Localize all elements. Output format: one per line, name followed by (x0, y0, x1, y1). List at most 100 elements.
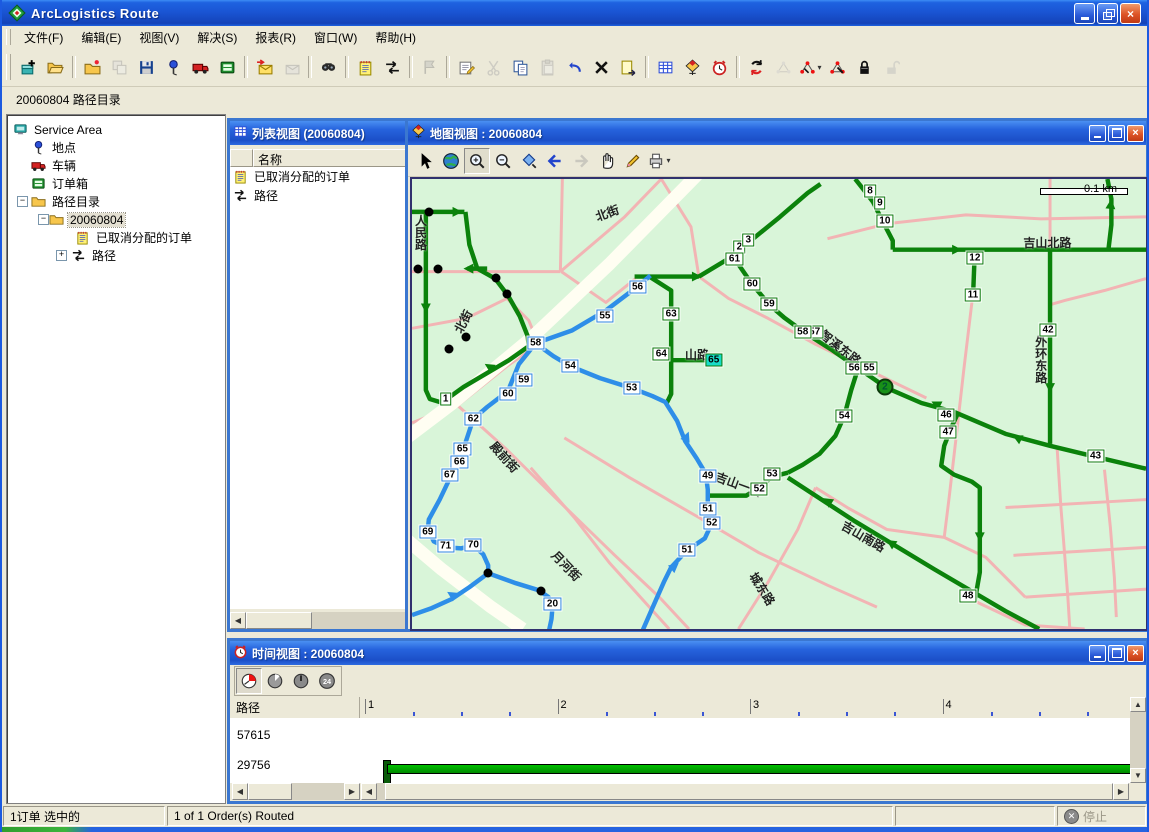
route-time-bar[interactable] (387, 764, 1130, 774)
locations-button[interactable] (160, 54, 187, 81)
depot-marker-2[interactable]: 2 (876, 379, 893, 396)
tree-expander-expand[interactable]: + (56, 250, 67, 261)
new-project-button[interactable] (15, 54, 42, 81)
scroll-up-icon[interactable]: ▲ (1130, 697, 1146, 712)
lock-button[interactable] (851, 54, 878, 81)
map-stop-marker-66[interactable]: 66 (451, 455, 468, 468)
scroll-right-icon[interactable]: ▶ (344, 783, 360, 800)
properties-button[interactable] (453, 54, 480, 81)
map-stop-marker-56[interactable]: 56 (629, 280, 646, 293)
find-button[interactable] (315, 54, 342, 81)
map-stop-marker-20[interactable]: 20 (544, 598, 561, 611)
tree-item-20060804[interactable]: 20060804 (49, 211, 125, 228)
map-stop-marker-47[interactable]: 47 (940, 425, 957, 438)
routes-button[interactable] (379, 54, 406, 81)
delete-button[interactable] (588, 54, 615, 81)
map-stop-marker-69[interactable]: 69 (419, 526, 436, 539)
menu-f[interactable]: 文件(F) (15, 27, 72, 48)
stop-dot[interactable] (484, 569, 493, 578)
map-stop-marker-11[interactable]: 11 (965, 289, 982, 302)
menu-v[interactable]: 视图(V) (130, 27, 188, 48)
map-stop-marker-63[interactable]: 63 (663, 308, 680, 321)
time-vscrollbar[interactable]: ▲ ▼ (1130, 697, 1146, 783)
back-extent-button[interactable] (542, 148, 568, 174)
scroll-thumb[interactable] (248, 783, 292, 800)
menu-e[interactable]: 编辑(E) (72, 27, 130, 48)
map-stop-marker-49[interactable]: 49 (699, 469, 716, 482)
map-stop-marker-12[interactable]: 12 (966, 251, 983, 264)
time-maximize-button[interactable] (1108, 645, 1125, 662)
map-stop-marker-48[interactable]: 48 (959, 590, 976, 603)
map-stop-marker-53[interactable]: 53 (623, 382, 640, 395)
route-row-label-57615[interactable]: 57615 (237, 728, 270, 742)
order-box-button[interactable] (214, 54, 241, 81)
stop-dot[interactable] (444, 345, 453, 354)
map-stop-marker-42[interactable]: 42 (1040, 324, 1057, 337)
full-extent-button[interactable] (438, 148, 464, 174)
scroll-right-icon[interactable]: ▶ (1113, 783, 1129, 800)
tree-item-路径目录[interactable]: 路径目录 (31, 193, 102, 210)
tree-expander-collapse[interactable]: − (38, 214, 49, 225)
stop-dot[interactable] (413, 264, 422, 273)
undo-button[interactable] (561, 54, 588, 81)
time-right-hscrollbar[interactable]: ◀ ▶ (361, 783, 1129, 800)
list-item-路径[interactable]: 路径 (230, 186, 416, 205)
tree-item-service-area[interactable]: Service Area (13, 121, 104, 138)
route-row-label-29756[interactable]: 29756 (237, 758, 270, 772)
stop-dot[interactable] (433, 264, 442, 273)
map-stop-marker-65[interactable]: 65 (454, 442, 471, 455)
map-stop-marker-58[interactable]: 58 (794, 326, 811, 339)
row-selector-column[interactable] (230, 149, 253, 167)
time-left-hscrollbar[interactable]: ◀ ▶ (232, 783, 360, 800)
map-stop-marker-70[interactable]: 70 (465, 539, 482, 552)
stop-dot[interactable] (536, 587, 545, 596)
map-stop-marker-55[interactable]: 55 (596, 310, 613, 323)
draw-button[interactable] (620, 148, 646, 174)
close-button[interactable]: × (1120, 3, 1141, 24)
orders-list-button[interactable] (352, 54, 379, 81)
menu-w[interactable]: 窗口(W) (305, 27, 366, 48)
menu-s[interactable]: 解决(S) (188, 27, 246, 48)
vehicles-button[interactable] (187, 54, 214, 81)
quarter-day-button[interactable] (236, 668, 262, 694)
map-stop-marker-59[interactable]: 59 (515, 374, 532, 387)
build-routes-button[interactable] (743, 54, 770, 81)
resequence-button[interactable] (824, 54, 851, 81)
map-stop-marker-9[interactable]: 9 (874, 196, 886, 209)
map-stop-marker-59[interactable]: 59 (761, 298, 778, 311)
map-stop-marker-58[interactable]: 58 (527, 337, 544, 350)
map-stop-marker-71[interactable]: 71 (437, 540, 454, 553)
map-stop-marker-64[interactable]: 64 (653, 348, 670, 361)
half-day-button[interactable] (262, 668, 288, 694)
map-stop-marker-55[interactable]: 55 (860, 362, 877, 375)
stop-dot[interactable] (462, 333, 471, 342)
scroll-down-icon[interactable]: ▼ (1130, 768, 1146, 783)
map-stop-marker-52[interactable]: 52 (703, 517, 720, 530)
list-view-button[interactable] (652, 54, 679, 81)
time-close-button[interactable]: × (1127, 645, 1144, 662)
open-project-button[interactable] (42, 54, 69, 81)
tree-item-已取消分配的订单[interactable]: 已取消分配的订单 (75, 229, 194, 246)
scroll-left-icon[interactable]: ◀ (230, 612, 246, 629)
select-button[interactable] (412, 148, 438, 174)
map-close-button[interactable]: × (1127, 125, 1144, 142)
tree-item-车辆[interactable]: 车辆 (31, 157, 78, 174)
restore-button[interactable] (1097, 3, 1118, 24)
map-stop-marker-60[interactable]: 60 (499, 388, 516, 401)
print-button[interactable]: ▾ (646, 148, 672, 174)
map-maximize-button[interactable] (1108, 125, 1125, 142)
map-stop-marker-54[interactable]: 54 (562, 360, 579, 373)
save-button[interactable] (133, 54, 160, 81)
map-stop-marker-46[interactable]: 46 (938, 408, 955, 421)
list-view-hscrollbar[interactable]: ◀ (230, 612, 416, 629)
map-stop-marker-53[interactable]: 53 (764, 467, 781, 480)
scroll-left-icon[interactable]: ◀ (232, 783, 248, 800)
map-stop-marker-54[interactable]: 54 (836, 409, 853, 422)
stop-button[interactable]: ✕ 停止 (1064, 808, 1107, 825)
list-item-已取消分配的订单[interactable]: 已取消分配的订单 (230, 167, 416, 186)
map-stop-marker-67[interactable]: 67 (441, 468, 458, 481)
stop-dot[interactable] (502, 290, 511, 299)
map-stop-marker-51[interactable]: 51 (699, 502, 716, 515)
tree-item-路径[interactable]: 路径 (71, 247, 118, 264)
copy-button[interactable] (507, 54, 534, 81)
